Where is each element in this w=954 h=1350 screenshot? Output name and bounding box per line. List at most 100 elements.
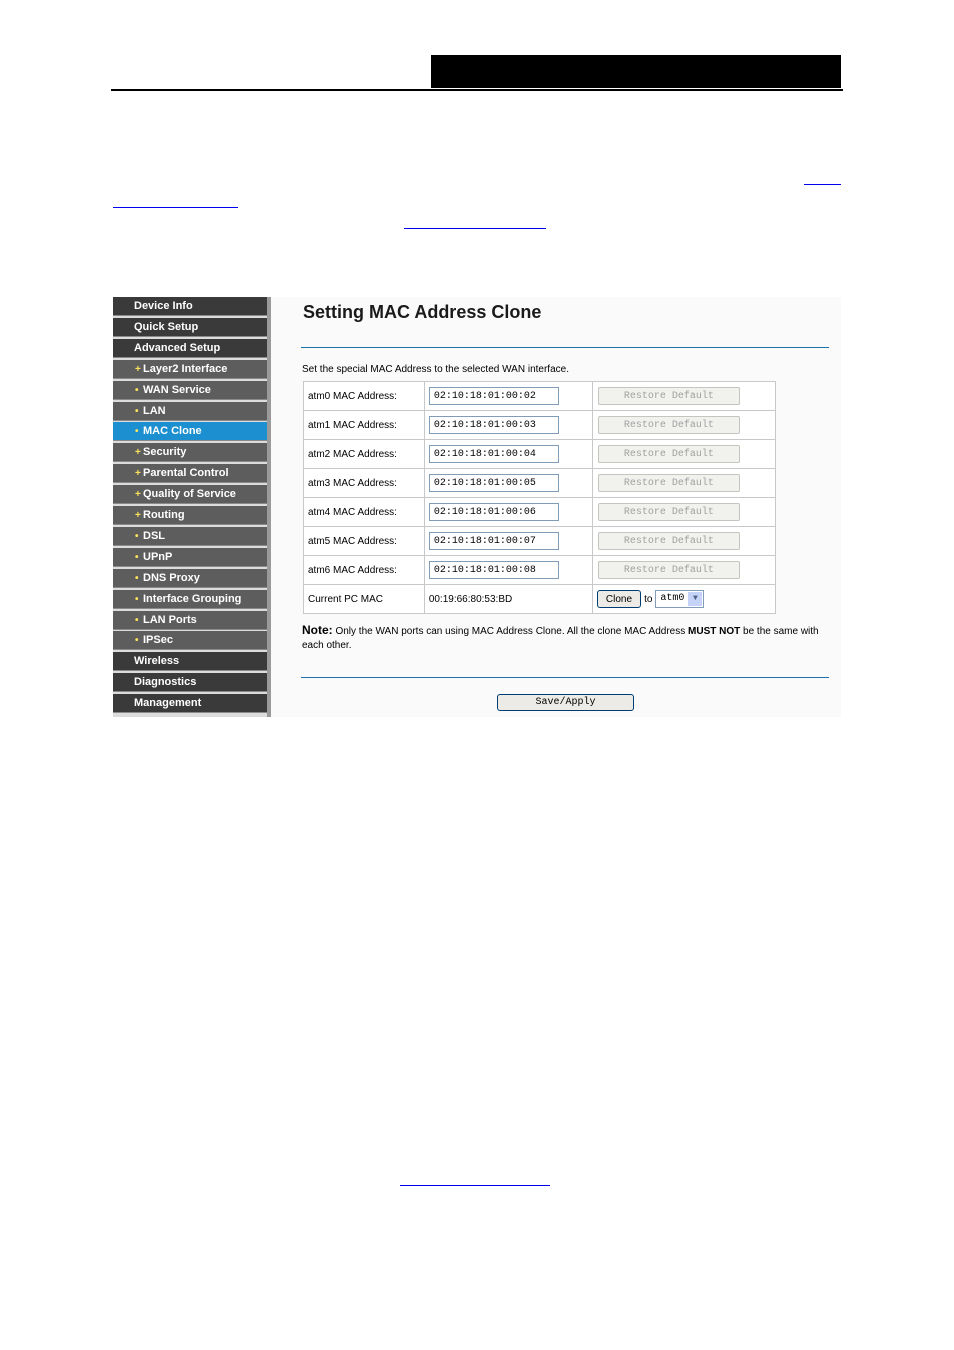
sidebar-item-label: Layer2 Interface bbox=[143, 362, 228, 375]
mac-address-input[interactable] bbox=[428, 532, 559, 550]
restore-cell: Restore Default bbox=[591, 410, 777, 440]
mac-row: atm4 MAC Address: Restore Default bbox=[303, 497, 777, 527]
sidebar-item-diagnostics[interactable]: Diagnostics bbox=[113, 673, 267, 693]
router-screenshot: Device Info Quick Setup Advanced Setup + Lay… bbox=[113, 297, 841, 717]
document-link[interactable] bbox=[404, 228, 546, 229]
mac-cell bbox=[423, 555, 593, 585]
sidebar-item-interface-grouping[interactable]: • Interface Grouping bbox=[113, 589, 267, 609]
bullet-icon: • bbox=[135, 614, 139, 626]
sidebar-item-advanced-setup[interactable]: Advanced Setup bbox=[113, 338, 267, 358]
sidebar-item-mac-clone[interactable]: • MAC Clone bbox=[113, 422, 267, 442]
mac-address-input[interactable] bbox=[428, 387, 559, 405]
page-description: Set the special MAC Address to the selec… bbox=[302, 364, 569, 375]
mac-cell bbox=[423, 497, 593, 527]
restore-default-button[interactable]: Restore Default bbox=[597, 532, 740, 550]
document-header-rule bbox=[111, 89, 843, 91]
sidebar-item-routing[interactable]: + Routing bbox=[113, 506, 267, 525]
note: Note: Only the WAN ports can using MAC A… bbox=[302, 623, 832, 653]
current-pc-mac-value: 00:19:66:80:53:BD bbox=[423, 584, 593, 614]
sidebar-item-label: Advanced Setup bbox=[134, 341, 221, 354]
mac-address-input[interactable] bbox=[428, 503, 559, 521]
mac-row: atm1 MAC Address: Restore Default bbox=[303, 410, 777, 440]
document-link[interactable] bbox=[804, 184, 841, 185]
sidebar-item-wan-service[interactable]: • WAN Service bbox=[113, 380, 267, 400]
chevron-down-icon[interactable]: ▼ bbox=[688, 591, 703, 606]
restore-default-button[interactable]: Restore Default bbox=[597, 445, 740, 463]
sidebar-item-dns-proxy[interactable]: • DNS Proxy bbox=[113, 568, 267, 588]
sidebar-item-layer2-interface[interactable]: + Layer2 Interface bbox=[113, 359, 267, 379]
mac-address-input[interactable] bbox=[428, 561, 559, 579]
sidebar-item-label: LAN Ports bbox=[143, 613, 197, 626]
restore-cell: Restore Default bbox=[591, 381, 777, 411]
sidebar-item-quick-setup[interactable]: Quick Setup bbox=[113, 317, 267, 337]
wan-select-value: atm0 bbox=[660, 593, 685, 605]
mac-address-input[interactable] bbox=[428, 445, 559, 463]
wan-interface-select[interactable]: atm0 ▼ bbox=[655, 589, 705, 608]
mac-address-table: atm0 MAC Address:Restore Defaultatm1 MAC… bbox=[303, 381, 777, 614]
sidebar-item-upnp[interactable]: • UPnP bbox=[113, 547, 267, 567]
document-link[interactable] bbox=[113, 207, 238, 208]
mac-row: atm6 MAC Address: Restore Default bbox=[303, 555, 777, 585]
note-emphasis: MUST NOT bbox=[688, 626, 741, 637]
main-content: Setting MAC Address Clone Set the specia… bbox=[271, 297, 841, 717]
bullet-icon: • bbox=[135, 593, 139, 605]
restore-default-button[interactable]: Restore Default bbox=[597, 416, 740, 434]
sidebar-item-parental-control[interactable]: + Parental Control bbox=[113, 464, 267, 484]
restore-default-button[interactable]: Restore Default bbox=[597, 387, 740, 405]
sidebar-item-label: Diagnostics bbox=[134, 676, 197, 689]
mac-row-label: atm1 MAC Address: bbox=[303, 410, 425, 440]
sidebar-item-management[interactable]: Management bbox=[113, 694, 267, 714]
sidebar-item-quality-of-service[interactable]: + Quality of Service bbox=[113, 485, 267, 505]
mac-row: atm5 MAC Address: Restore Default bbox=[303, 526, 777, 556]
expand-icon: + bbox=[135, 363, 141, 375]
sidebar-item-lan-ports[interactable]: • LAN Ports bbox=[113, 610, 267, 630]
mac-address-input[interactable] bbox=[428, 474, 559, 492]
document-header-bar bbox=[431, 55, 841, 88]
sidebar-item-label: Quality of Service bbox=[143, 488, 236, 501]
restore-cell: Restore Default bbox=[591, 439, 777, 469]
sidebar-item-wireless[interactable]: Wireless bbox=[113, 652, 267, 672]
sidebar-item-ipsec[interactable]: • IPSec bbox=[113, 631, 267, 651]
title-divider bbox=[301, 347, 829, 348]
sidebar-item-label: IPSec bbox=[143, 634, 173, 647]
mac-row-label: atm2 MAC Address: bbox=[303, 439, 425, 469]
mac-row: atm0 MAC Address: Restore Default bbox=[303, 381, 777, 411]
to-label: to bbox=[644, 593, 653, 605]
note-text: Only the WAN ports can using MAC Address… bbox=[332, 626, 689, 637]
sidebar-item-label: Management bbox=[134, 697, 202, 710]
mac-cell bbox=[423, 410, 593, 440]
bullet-icon: • bbox=[135, 635, 139, 647]
document-link[interactable] bbox=[400, 1185, 550, 1186]
bullet-icon: • bbox=[135, 551, 139, 563]
sidebar-item-label: MAC Clone bbox=[143, 425, 202, 438]
restore-default-button[interactable]: Restore Default bbox=[597, 561, 740, 579]
mac-cell bbox=[423, 381, 593, 411]
clone-button[interactable]: Clone bbox=[596, 590, 642, 609]
sidebar-item-label: DSL bbox=[143, 529, 165, 542]
restore-default-button[interactable]: Restore Default bbox=[597, 474, 740, 492]
mac-row-label: atm0 MAC Address: bbox=[303, 381, 425, 411]
current-pc-label: Current PC MAC bbox=[303, 584, 425, 614]
note-label: Note: bbox=[302, 623, 333, 637]
expand-icon: + bbox=[135, 468, 141, 480]
sidebar-item-dsl[interactable]: • DSL bbox=[113, 526, 267, 546]
mac-row: atm3 MAC Address: Restore Default bbox=[303, 468, 777, 498]
sidebar-item-label: LAN bbox=[143, 404, 166, 417]
save-apply-button[interactable]: Save/Apply bbox=[497, 694, 634, 711]
mac-row-label: atm3 MAC Address: bbox=[303, 468, 425, 498]
page-title: Setting MAC Address Clone bbox=[303, 302, 542, 322]
restore-default-button[interactable]: Restore Default bbox=[597, 503, 740, 521]
expand-icon: + bbox=[135, 510, 141, 521]
sidebar-item-lan[interactable]: • LAN bbox=[113, 401, 267, 421]
sidebar-item-label: DNS Proxy bbox=[143, 571, 200, 584]
mac-cell bbox=[423, 439, 593, 469]
restore-cell: Restore Default bbox=[591, 497, 777, 527]
mac-address-input[interactable] bbox=[428, 416, 559, 434]
bullet-icon: • bbox=[135, 572, 139, 584]
mac-cell bbox=[423, 526, 593, 556]
sidebar-item-security[interactable]: + Security bbox=[113, 443, 267, 463]
expand-icon: + bbox=[135, 447, 141, 459]
sidebar-item-label: Security bbox=[143, 446, 187, 459]
bullet-icon: • bbox=[135, 384, 139, 396]
sidebar-item-device-info[interactable]: Device Info bbox=[113, 297, 267, 316]
